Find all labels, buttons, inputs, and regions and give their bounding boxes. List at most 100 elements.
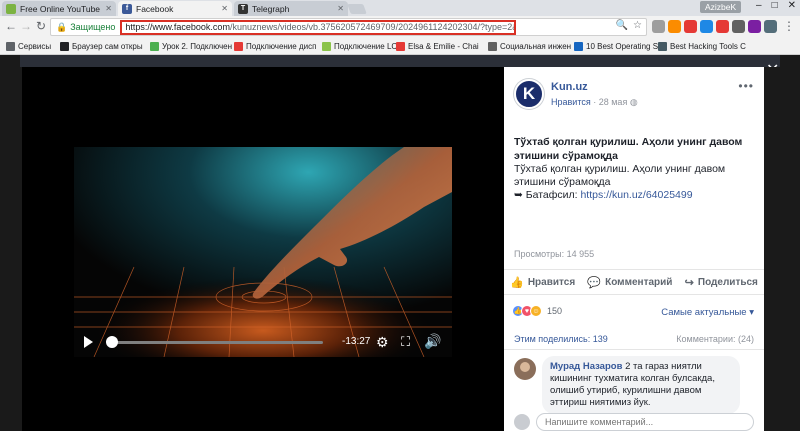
bookmark-item[interactable]: Урок 2. Подключен xyxy=(150,41,234,51)
close-window-icon[interactable]: ✕ xyxy=(788,0,796,11)
bookmark-icon xyxy=(574,41,583,51)
share-icon: ↪ xyxy=(684,276,694,289)
tab-title: Telegraph xyxy=(252,3,290,14)
comment-sort-dropdown[interactable]: Самые актуальные ▾ xyxy=(661,307,754,318)
post-actions: 👍 Нравится 💬 Комментарий ↪ Поделиться xyxy=(504,269,764,295)
comments-count: Комментарии: (24) xyxy=(676,334,754,344)
video-player[interactable]: -13:27 ⚙ ⛶ 🔊 xyxy=(74,147,452,357)
bookmarks-bar: Сервисы Браузер сам откры Урок 2. Подклю… xyxy=(0,38,800,55)
time-remaining: -13:27 xyxy=(342,336,371,347)
tab-youtube-downloader[interactable]: Free Online YouTube Do ✕ xyxy=(2,1,116,16)
address-bar[interactable]: 🔒 Защищено https://www.facebook.com/kunu… xyxy=(50,18,647,36)
share-button[interactable]: ↪ Поделиться xyxy=(685,276,758,289)
profile-badge[interactable]: AzizbeK xyxy=(700,1,742,13)
background-page xyxy=(20,55,780,67)
own-avatar xyxy=(514,414,530,430)
lock-icon: 🔒 xyxy=(56,21,68,32)
bookmark-item[interactable]: 10 Best Operating S xyxy=(574,41,658,51)
secure-label: Защищено xyxy=(70,22,116,32)
bookmark-item[interactable]: Социальная инжен xyxy=(488,41,574,51)
maximize-icon[interactable]: □ xyxy=(772,0,778,11)
extension-icon[interactable] xyxy=(732,20,745,33)
article-link[interactable]: https://kun.uz/64025499 xyxy=(580,189,692,201)
gmail-icon xyxy=(396,41,405,51)
comment-author[interactable]: Мурад Назаров xyxy=(550,361,622,372)
progress-handle[interactable] xyxy=(106,336,118,348)
tab-title: Facebook xyxy=(136,3,174,14)
globe-icon: ◍ xyxy=(629,97,638,107)
extension-icon[interactable] xyxy=(764,20,777,33)
player-controls: -13:27 ⚙ ⛶ 🔊 xyxy=(74,327,452,357)
extension-icon[interactable] xyxy=(652,20,665,33)
comment-icon: 💬 xyxy=(587,276,602,289)
page-scrollbar[interactable] xyxy=(764,67,780,431)
bookmark-item[interactable]: Elsa & Emilie - Chai xyxy=(396,41,488,51)
tab-title: Free Online YouTube Do xyxy=(20,3,102,14)
tab-facebook[interactable]: f Facebook ✕ xyxy=(118,1,232,16)
bookmark-icon xyxy=(150,41,159,51)
extension-icon[interactable] xyxy=(700,20,713,33)
url-text[interactable]: https://www.facebook.com/kunuznews/video… xyxy=(120,19,517,35)
progress-track[interactable] xyxy=(108,341,323,344)
post-link-line: ➥ Батафсил: https://kun.uz/64025499 xyxy=(514,189,693,201)
view-count: Просмотры: 14 955 xyxy=(514,249,595,259)
close-tab-icon[interactable]: ✕ xyxy=(337,4,344,13)
forward-icon[interactable]: → xyxy=(19,19,33,33)
back-icon[interactable]: ← xyxy=(4,19,18,33)
minimize-icon[interactable]: – xyxy=(756,0,762,11)
settings-gear-icon[interactable]: ⚙ xyxy=(376,334,389,351)
window-controls: – □ ✕ xyxy=(756,0,796,11)
divider xyxy=(504,349,764,350)
url-path: /kunuznews/videos/vb.375620572469709/202… xyxy=(229,22,517,32)
volume-icon[interactable]: 🔊 xyxy=(424,333,441,350)
close-tab-icon[interactable]: ✕ xyxy=(105,4,112,13)
caret-down-icon: ▾ xyxy=(749,307,754,318)
thumbs-up-icon: 👍 xyxy=(510,276,524,289)
shares-count[interactable]: Этим поделились: 139 xyxy=(514,334,608,344)
bookmark-star-icon[interactable]: ☆ xyxy=(633,20,642,31)
bookmark-item[interactable]: Best Hacking Tools C xyxy=(658,41,748,51)
bookmark-item[interactable]: Сервисы xyxy=(6,41,60,51)
bookmark-icon xyxy=(658,41,667,51)
bookmark-item[interactable]: Подключение дисп xyxy=(234,41,322,51)
reload-icon[interactable]: ↻ xyxy=(34,19,48,33)
post-title: Тўхтаб қолган қурилиш. Аҳоли унинг давом… xyxy=(514,136,743,162)
comment-button[interactable]: 💬 Комментарий xyxy=(587,276,672,289)
post-body: Тўхтаб қолган қурилиш. Аҳоли унинг давом… xyxy=(514,163,726,188)
extension-icon[interactable] xyxy=(668,20,681,33)
omnibox-icons: 🔍 ☆ xyxy=(616,20,642,31)
tab-telegraph[interactable]: T Telegraph ✕ xyxy=(234,1,348,16)
post-date[interactable]: 28 мая xyxy=(599,97,628,107)
play-icon[interactable] xyxy=(84,336,93,348)
extension-icon[interactable] xyxy=(748,20,761,33)
commenter-avatar[interactable] xyxy=(514,358,536,380)
comment-input[interactable] xyxy=(536,413,754,431)
new-tab-button[interactable] xyxy=(347,4,367,14)
close-tab-icon[interactable]: ✕ xyxy=(221,4,228,13)
chrome-menu-icon[interactable]: ⋮ xyxy=(782,19,796,33)
post-panel: K Kun.uz Нравится · 28 мая ◍ ••• Тўхтаб … xyxy=(504,67,764,431)
like-button[interactable]: 👍 Нравится xyxy=(510,276,575,289)
extension-icon[interactable] xyxy=(684,20,697,33)
link-prefix: ➥ Батафсил: xyxy=(514,189,578,201)
bookmark-item[interactable]: Браузер сам откры xyxy=(60,41,150,51)
page-avatar[interactable]: K xyxy=(514,79,544,109)
apps-icon xyxy=(6,41,15,51)
extension-icon[interactable] xyxy=(716,20,729,33)
page-like-link[interactable]: Нравится xyxy=(551,97,591,107)
video-frame xyxy=(74,147,452,357)
wikipedia-icon xyxy=(488,41,497,51)
bookmark-item[interactable]: Подключение LCD xyxy=(322,41,396,51)
fullscreen-icon[interactable]: ⛶ xyxy=(401,334,410,350)
zoom-icon[interactable]: 🔍 xyxy=(616,20,628,31)
facebook-icon: f xyxy=(122,3,132,14)
reactions-count: 150 xyxy=(547,306,563,316)
page-name-link[interactable]: Kun.uz xyxy=(551,81,588,93)
comment-bubble: Мурад Назаров 2 та гараз ниятли кишининг… xyxy=(542,356,740,414)
bookmark-icon xyxy=(60,41,69,51)
bookmark-icon xyxy=(234,41,243,51)
more-options-icon[interactable]: ••• xyxy=(738,79,754,93)
haha-reaction-icon: ☺ xyxy=(530,305,542,317)
url-host: https://www.facebook.com xyxy=(125,22,230,32)
reactions-summary[interactable]: 👍 ♥ ☺ 150 xyxy=(512,305,562,317)
